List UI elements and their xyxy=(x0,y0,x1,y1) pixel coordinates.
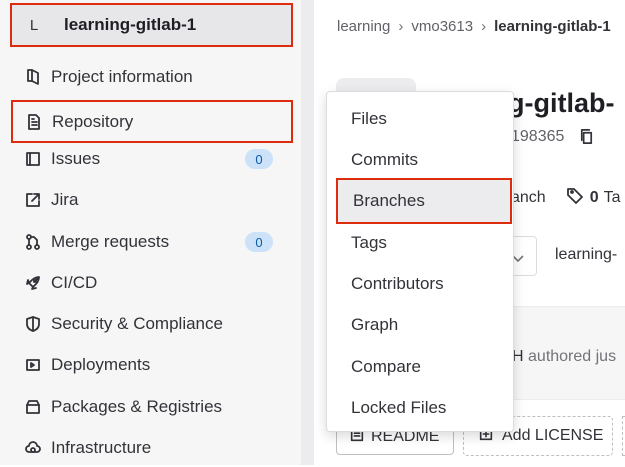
sidebar-item-label: Issues xyxy=(51,149,101,168)
breadcrumb-item-user[interactable]: vmo3613 xyxy=(411,18,473,35)
tags-label[interactable]: Ta xyxy=(604,189,621,207)
issues-count-badge: 0 xyxy=(245,149,273,169)
project-avatar: L xyxy=(18,9,50,41)
document-icon xyxy=(23,111,45,133)
sidebar-item-label: Security & Compliance xyxy=(51,314,223,333)
sidebar-item-label: Project information xyxy=(51,67,193,86)
menu-item-graph[interactable]: Graph xyxy=(327,306,513,344)
sidebar-item-infrastructure[interactable]: Infrastructure xyxy=(12,429,294,467)
shield-icon xyxy=(22,313,44,335)
breadcrumb-item-project[interactable]: learning-gitlab-1 xyxy=(494,18,611,35)
menu-item-contributors[interactable]: Contributors xyxy=(327,265,513,303)
commit-author-line: H authored jus xyxy=(512,348,616,366)
merge-request-icon xyxy=(22,231,44,253)
menu-item-commits[interactable]: Commits xyxy=(327,141,513,179)
sidebar-item-label: Repository xyxy=(52,111,134,131)
breadcrumb: learning › vmo3613 › learning-gitlab-1 xyxy=(337,18,611,35)
sidebar-item-label: Jira xyxy=(51,190,79,209)
sidebar-item-merge-requests[interactable]: Merge requests 0 xyxy=(12,223,294,261)
project-stats: anch 0 Ta xyxy=(511,186,621,209)
sidebar-item-label: Merge requests xyxy=(51,232,170,251)
copy-icon[interactable] xyxy=(578,128,595,150)
project-header[interactable]: L learning-gitlab-1 xyxy=(10,3,293,47)
merge-requests-count-badge: 0 xyxy=(245,232,273,252)
sidebar-item-label: Deployments xyxy=(51,355,151,374)
chevron-right-icon: › xyxy=(481,18,487,35)
menu-item-compare[interactable]: Compare xyxy=(327,348,513,386)
sidebar-collapse-gutter[interactable] xyxy=(301,0,314,465)
sidebar-item-label: CI/CD xyxy=(51,273,98,292)
sidebar-item-label: Infrastructure xyxy=(51,438,152,457)
sidebar-item-jira[interactable]: Jira xyxy=(12,181,294,219)
repository-submenu: Files Commits Branches Tags Contributors… xyxy=(326,91,514,432)
project-icon xyxy=(22,66,44,88)
project-id: 198365 xyxy=(511,128,565,145)
cloud-gear-icon xyxy=(22,437,44,459)
tag-icon xyxy=(566,186,584,209)
tags-count[interactable]: 0 xyxy=(590,189,599,207)
menu-item-branches[interactable]: Branches xyxy=(336,178,512,224)
sidebar-item-ci-cd[interactable]: CI/CD xyxy=(12,264,294,302)
package-icon xyxy=(22,396,44,418)
deployments-icon xyxy=(22,354,44,376)
sidebar-item-issues[interactable]: Issues 0 xyxy=(12,140,294,178)
menu-item-files[interactable]: Files xyxy=(327,100,513,138)
project-name: learning-gitlab-1 xyxy=(64,15,197,34)
external-link-icon xyxy=(22,189,44,211)
sidebar-item-repository[interactable]: Repository xyxy=(11,100,293,143)
page-title: g-gitlab- xyxy=(508,88,615,118)
menu-item-tags[interactable]: Tags xyxy=(327,224,513,262)
chevron-right-icon: › xyxy=(398,18,404,35)
commit-authored-text: authored jus xyxy=(528,348,617,365)
add-license-button-label: Add LICENSE xyxy=(502,427,604,444)
branches-link[interactable]: anch xyxy=(511,189,546,207)
repository-path[interactable]: learning- xyxy=(555,246,617,264)
sidebar-item-packages-registries[interactable]: Packages & Registries xyxy=(12,388,294,426)
sidebar-item-project-information[interactable]: Project information xyxy=(12,58,294,96)
sidebar-item-label: Packages & Registries xyxy=(51,397,223,416)
sidebar-item-deployments[interactable]: Deployments xyxy=(12,346,294,384)
sidebar-item-security-compliance[interactable]: Security & Compliance xyxy=(12,305,294,343)
breadcrumb-item-group[interactable]: learning xyxy=(337,18,390,35)
rocket-icon xyxy=(22,272,44,294)
issues-icon xyxy=(22,148,44,170)
menu-item-locked-files[interactable]: Locked Files xyxy=(327,389,513,427)
